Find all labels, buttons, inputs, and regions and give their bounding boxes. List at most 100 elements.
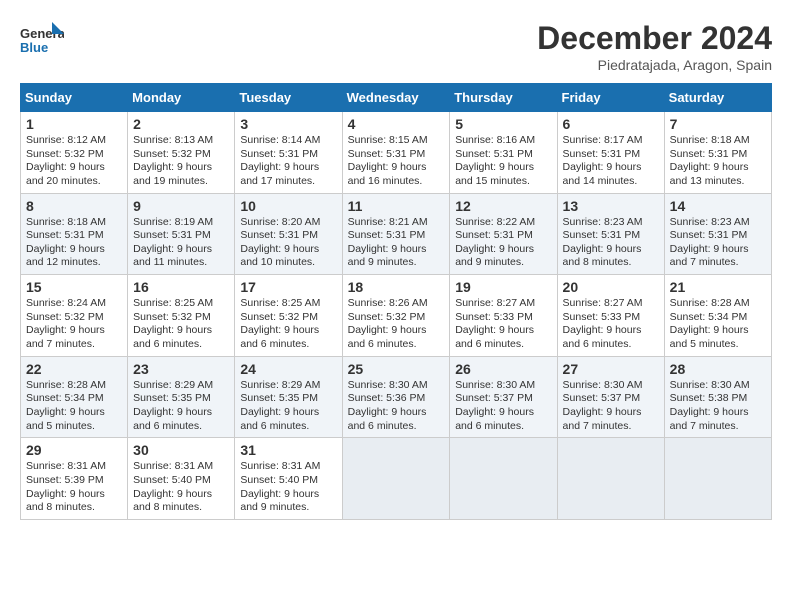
- calendar-cell: 5Sunrise: 8:16 AMSunset: 5:31 PMDaylight…: [450, 112, 557, 194]
- day-info: Sunrise: 8:18 AM: [26, 216, 122, 230]
- day-info: Sunrise: 8:31 AM: [240, 460, 336, 474]
- day-number: 3: [240, 116, 336, 132]
- day-info: Sunrise: 8:31 AM: [26, 460, 122, 474]
- day-info: Sunset: 5:31 PM: [455, 148, 551, 162]
- col-monday: Monday: [128, 84, 235, 112]
- day-info: Sunrise: 8:30 AM: [670, 379, 766, 393]
- day-number: 15: [26, 279, 122, 295]
- day-info: and 16 minutes.: [348, 175, 445, 189]
- day-info: Daylight: 9 hours: [563, 161, 659, 175]
- day-number: 1: [26, 116, 122, 132]
- calendar-cell: 30Sunrise: 8:31 AMSunset: 5:40 PMDayligh…: [128, 438, 235, 520]
- day-number: 5: [455, 116, 551, 132]
- logo-svg: General Blue: [20, 20, 64, 64]
- col-friday: Friday: [557, 84, 664, 112]
- svg-text:Blue: Blue: [20, 40, 48, 55]
- day-info: Daylight: 9 hours: [348, 406, 445, 420]
- day-info: Daylight: 9 hours: [240, 243, 336, 257]
- day-info: Sunset: 5:31 PM: [133, 229, 229, 243]
- calendar-cell: [557, 438, 664, 520]
- day-info: and 8 minutes.: [563, 256, 659, 270]
- day-info: Sunset: 5:31 PM: [563, 148, 659, 162]
- day-info: Daylight: 9 hours: [26, 324, 122, 338]
- day-info: Sunrise: 8:20 AM: [240, 216, 336, 230]
- day-number: 28: [670, 361, 766, 377]
- calendar-cell: 2Sunrise: 8:13 AMSunset: 5:32 PMDaylight…: [128, 112, 235, 194]
- day-info: Daylight: 9 hours: [348, 161, 445, 175]
- day-info: Sunrise: 8:29 AM: [133, 379, 229, 393]
- day-info: Sunset: 5:31 PM: [26, 229, 122, 243]
- col-saturday: Saturday: [664, 84, 771, 112]
- calendar-row: 22 Sunrise: 8:28 AMSunset: 5:34 PM Dayligh…: [21, 356, 772, 438]
- day-info: Daylight: 9 hours: [670, 324, 766, 338]
- calendar-cell: 11Sunrise: 8:21 AMSunset: 5:31 PMDayligh…: [342, 193, 450, 275]
- calendar-cell: [664, 438, 771, 520]
- day-number: 25: [348, 361, 445, 377]
- day-info: Sunset: 5:40 PM: [133, 474, 229, 488]
- day-info: Sunrise: 8:30 AM: [563, 379, 659, 393]
- calendar-cell: [450, 438, 557, 520]
- day-number: 22: [26, 361, 122, 377]
- day-info: Sunset: 5:31 PM: [240, 148, 336, 162]
- day-info: Sunset: 5:36 PM: [348, 392, 445, 406]
- day-number: 16: [133, 279, 229, 295]
- day-info: Sunrise: 8:28 AM: [26, 379, 122, 393]
- day-info: Daylight: 9 hours: [133, 406, 229, 420]
- day-info: Sunset: 5:32 PM: [133, 148, 229, 162]
- day-info: Daylight: 9 hours: [455, 406, 551, 420]
- day-info: and 9 minutes.: [348, 256, 445, 270]
- calendar-cell: 7Sunrise: 8:18 AMSunset: 5:31 PMDaylight…: [664, 112, 771, 194]
- day-number: 27: [563, 361, 659, 377]
- calendar-cell: 25Sunrise: 8:30 AMSunset: 5:36 PMDayligh…: [342, 356, 450, 438]
- day-info: and 14 minutes.: [563, 175, 659, 189]
- calendar-cell: 8Sunrise: 8:18 AMSunset: 5:31 PMDaylight…: [21, 193, 128, 275]
- day-info: and 6 minutes.: [240, 338, 336, 352]
- day-info: Sunset: 5:33 PM: [563, 311, 659, 325]
- title-area: December 2024 Piedratajada, Aragon, Spai…: [537, 20, 772, 73]
- day-number: 9: [133, 198, 229, 214]
- day-info: Daylight: 9 hours: [455, 243, 551, 257]
- calendar-cell: 10Sunrise: 8:20 AMSunset: 5:31 PMDayligh…: [235, 193, 342, 275]
- day-number: 14: [670, 198, 766, 214]
- calendar-cell: [342, 438, 450, 520]
- day-info: and 6 minutes.: [348, 338, 445, 352]
- day-info: Sunset: 5:32 PM: [26, 311, 122, 325]
- day-info: Sunset: 5:37 PM: [563, 392, 659, 406]
- day-number: 20: [563, 279, 659, 295]
- calendar-cell: 3Sunrise: 8:14 AMSunset: 5:31 PMDaylight…: [235, 112, 342, 194]
- day-info: Sunset: 5:31 PM: [348, 229, 445, 243]
- day-info: Daylight: 9 hours: [563, 324, 659, 338]
- day-info: Sunrise: 8:28 AM: [670, 297, 766, 311]
- day-info: Sunrise: 8:25 AM: [133, 297, 229, 311]
- day-info: and 7 minutes.: [26, 338, 122, 352]
- calendar-row: 15Sunrise: 8:24 AMSunset: 5:32 PMDayligh…: [21, 275, 772, 357]
- day-number: 24: [240, 361, 336, 377]
- day-info: Daylight: 9 hours: [240, 406, 336, 420]
- day-info: Daylight: 9 hours: [133, 161, 229, 175]
- day-info: Sunset: 5:39 PM: [26, 474, 122, 488]
- day-number: 21: [670, 279, 766, 295]
- day-info: Sunrise: 8:19 AM: [133, 216, 229, 230]
- calendar-cell: 23Sunrise: 8:29 AMSunset: 5:35 PMDayligh…: [128, 356, 235, 438]
- day-info: Sunrise: 8:16 AM: [455, 134, 551, 148]
- day-info: and 11 minutes.: [133, 256, 229, 270]
- day-info: and 9 minutes.: [455, 256, 551, 270]
- day-info: Daylight: 9 hours: [455, 324, 551, 338]
- day-info: and 6 minutes.: [348, 420, 445, 434]
- calendar-cell: 12Sunrise: 8:22 AMSunset: 5:31 PMDayligh…: [450, 193, 557, 275]
- day-info: Sunset: 5:32 PM: [26, 148, 122, 162]
- day-info: Sunrise: 8:12 AM: [26, 134, 122, 148]
- logo: General Blue: [20, 20, 64, 64]
- day-info: Sunrise: 8:23 AM: [563, 216, 659, 230]
- day-info: Sunset: 5:32 PM: [133, 311, 229, 325]
- day-number: 30: [133, 442, 229, 458]
- day-info: Daylight: 9 hours: [240, 488, 336, 502]
- day-info: Sunset: 5:37 PM: [455, 392, 551, 406]
- day-info: Daylight: 9 hours: [26, 161, 122, 175]
- calendar-cell: 28Sunrise: 8:30 AMSunset: 5:38 PMDayligh…: [664, 356, 771, 438]
- day-info: Daylight: 9 hours: [133, 488, 229, 502]
- day-info: and 19 minutes.: [133, 175, 229, 189]
- day-info: Sunrise: 8:25 AM: [240, 297, 336, 311]
- day-info: and 7 minutes.: [670, 420, 766, 434]
- day-info: Sunset: 5:34 PM: [26, 392, 122, 406]
